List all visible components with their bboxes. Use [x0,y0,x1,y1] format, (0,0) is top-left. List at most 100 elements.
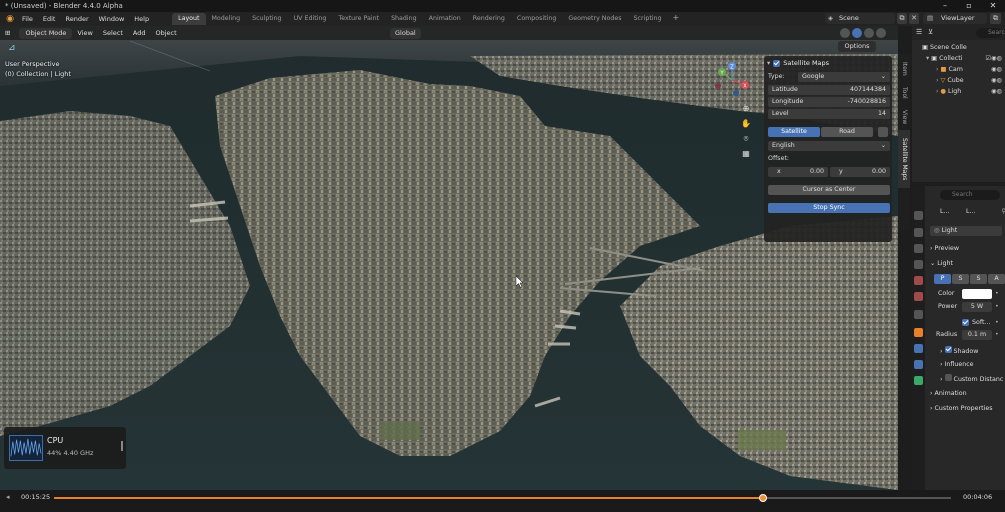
object-mode-dropdown[interactable]: Object Mode [19,27,73,39]
solid-shading-icon[interactable] [852,28,862,38]
light-data-tab-icon[interactable] [914,376,923,385]
physics-tab-icon[interactable] [914,344,923,353]
sidebar-tab-view[interactable]: View [898,106,910,128]
menu-window[interactable]: Window [94,12,130,26]
longitude-field[interactable]: Longitude -740028816 [768,97,890,107]
light-type-spot[interactable]: S [970,274,987,284]
tab-uv-editing[interactable]: UV Editing [288,13,333,25]
menu-object[interactable]: Object [151,26,182,40]
constraints-tab-icon[interactable] [914,360,923,369]
add-workspace-icon[interactable]: + [668,13,685,25]
menu-select[interactable]: Select [98,26,128,40]
new-view-layer-icon[interactable]: ⧉ [990,13,1001,24]
delete-scene-icon[interactable]: ✕ [909,13,919,24]
collapse-chevron-icon[interactable]: ▾ [767,59,770,67]
sidebar-tab-tool[interactable]: Tool [898,82,910,104]
menu-file[interactable]: File [17,12,38,26]
preview-section-header[interactable]: › Preview [930,244,1005,254]
view-layer-selector[interactable]: ▤ ViewLayer [923,13,987,24]
shadow-checkbox[interactable] [944,346,952,353]
3d-viewport[interactable]: ⊞ Object Mode View Select Add Object Glo… [0,26,898,490]
tab-layout[interactable]: Layout [172,13,206,25]
offset-x-field[interactable]: x 0.00 [768,167,828,177]
cpu-monitor-widget[interactable]: CPU 44% 4.40 GHz [4,427,126,469]
filter-icon[interactable]: ⊻ [928,28,933,36]
menu-view[interactable]: View [72,26,97,40]
transform-orientation-dropdown[interactable]: Global [390,28,421,39]
light-type-sun[interactable]: S [952,274,969,284]
cursor-as-center-button[interactable]: Cursor as Center [768,185,890,195]
timeline-playhead[interactable] [758,494,767,502]
type-dropdown[interactable]: Google ⌄ [798,72,890,82]
tool-tab-icon[interactable] [914,211,923,220]
pan-hand-icon[interactable]: ✋ [740,119,752,134]
view-layer-tab-icon[interactable] [914,260,923,269]
tab-animation[interactable]: Animation [423,13,467,25]
close-icon[interactable]: ✕ [981,0,1005,12]
soft-falloff-checkbox[interactable] [962,319,969,326]
properties-search-input[interactable]: Search [940,190,1000,200]
outliner-editor-icon[interactable]: ☰ [916,28,922,36]
satellite-mode-button[interactable]: Satellite [768,127,820,137]
outliner-search-input[interactable]: Search [976,28,1005,38]
tab-modeling[interactable]: Modeling [206,13,247,25]
menu-add[interactable]: Add [128,26,151,40]
sidebar-tab-satellite-maps[interactable]: Satellite Maps [898,130,910,188]
language-dropdown[interactable]: English ⌄ [768,141,890,151]
options-button[interactable]: Options [838,41,876,52]
panel-header[interactable]: ▾ Satellite Maps [767,59,829,67]
light-type-area[interactable]: A [988,274,1005,284]
visibility-icons[interactable]: ☑◉◍ [985,53,1002,64]
light-type-point[interactable]: P [934,274,951,284]
scene-tab-icon[interactable] [914,276,923,285]
shadow-section-header[interactable]: › Shadow [930,346,1005,356]
output-tab-icon[interactable] [914,244,923,253]
object-tab-icon[interactable] [914,328,923,337]
scene-selector[interactable]: ◈ Scene [825,13,895,24]
tab-sculpting[interactable]: Sculpting [246,13,287,25]
satellite-enable-checkbox[interactable] [773,59,781,67]
tab-shading[interactable]: Shading [385,13,423,25]
color-swatch[interactable] [962,289,992,299]
menu-render[interactable]: Render [60,12,93,26]
collection-tab-icon[interactable] [914,310,923,319]
outliner-collection[interactable]: ▾ ▣ Collecti ☑◉◍ [912,53,1005,64]
light-section-header[interactable]: ⌄ Light [930,259,1005,269]
keyframe-dot-icon[interactable]: • [995,289,999,299]
power-field[interactable]: 5 W [962,302,992,312]
visibility-icons[interactable]: ◉◍ [991,86,1002,97]
influence-section-header[interactable]: › Influence [930,360,1005,370]
menu-edit[interactable]: Edit [38,12,61,26]
ortho-grid-icon[interactable]: ▦ [740,149,752,164]
tab-texture-paint[interactable]: Texture Paint [332,13,385,25]
mode-extra-button[interactable] [878,127,888,137]
navigation-gizmo[interactable]: Z X Y [712,60,752,100]
tab-geometry-nodes[interactable]: Geometry Nodes [562,13,627,25]
render-tab-icon[interactable] [914,228,923,237]
road-mode-button[interactable]: Road [821,127,873,137]
wireframe-shading-icon[interactable] [840,28,850,38]
world-tab-icon[interactable] [914,292,923,301]
radius-field[interactable]: 0.1 m [962,330,992,340]
visibility-icons[interactable]: ◉◍ [991,64,1002,75]
widget-grip-icon[interactable] [121,441,123,451]
keyframe-dot-icon[interactable]: • [995,302,999,312]
keyframe-dot-icon[interactable]: • [995,318,999,328]
custom-properties-section-header[interactable]: › Custom Properties [930,404,1005,414]
editor-type-icon[interactable]: ⊞ [0,26,15,40]
material-shading-icon[interactable] [864,28,874,38]
light-name-field[interactable]: ◎ Light [930,226,1002,236]
maximize-icon[interactable]: ▫ [957,0,981,12]
animation-section-header[interactable]: › Animation [930,389,1005,399]
keyframe-dot-icon[interactable]: • [995,330,999,340]
outliner-item-cube[interactable]: › ▽ Cube ◉◍ [912,75,1005,86]
visibility-icons[interactable]: ◉◍ [991,75,1002,86]
play-icon[interactable]: ◂ [6,493,10,501]
tab-compositing[interactable]: Compositing [511,13,562,25]
offset-y-field[interactable]: y 0.00 [830,167,890,177]
cursor-tool-icon[interactable]: ⊿ [8,43,16,53]
custom-distance-section-header[interactable]: › Custom Distanc [930,374,1005,384]
custom-distance-checkbox[interactable] [944,374,952,381]
outliner-item-camera[interactable]: › ■ Cam ◉◍ [912,64,1005,75]
camera-view-icon[interactable]: ⌾ [740,134,752,149]
